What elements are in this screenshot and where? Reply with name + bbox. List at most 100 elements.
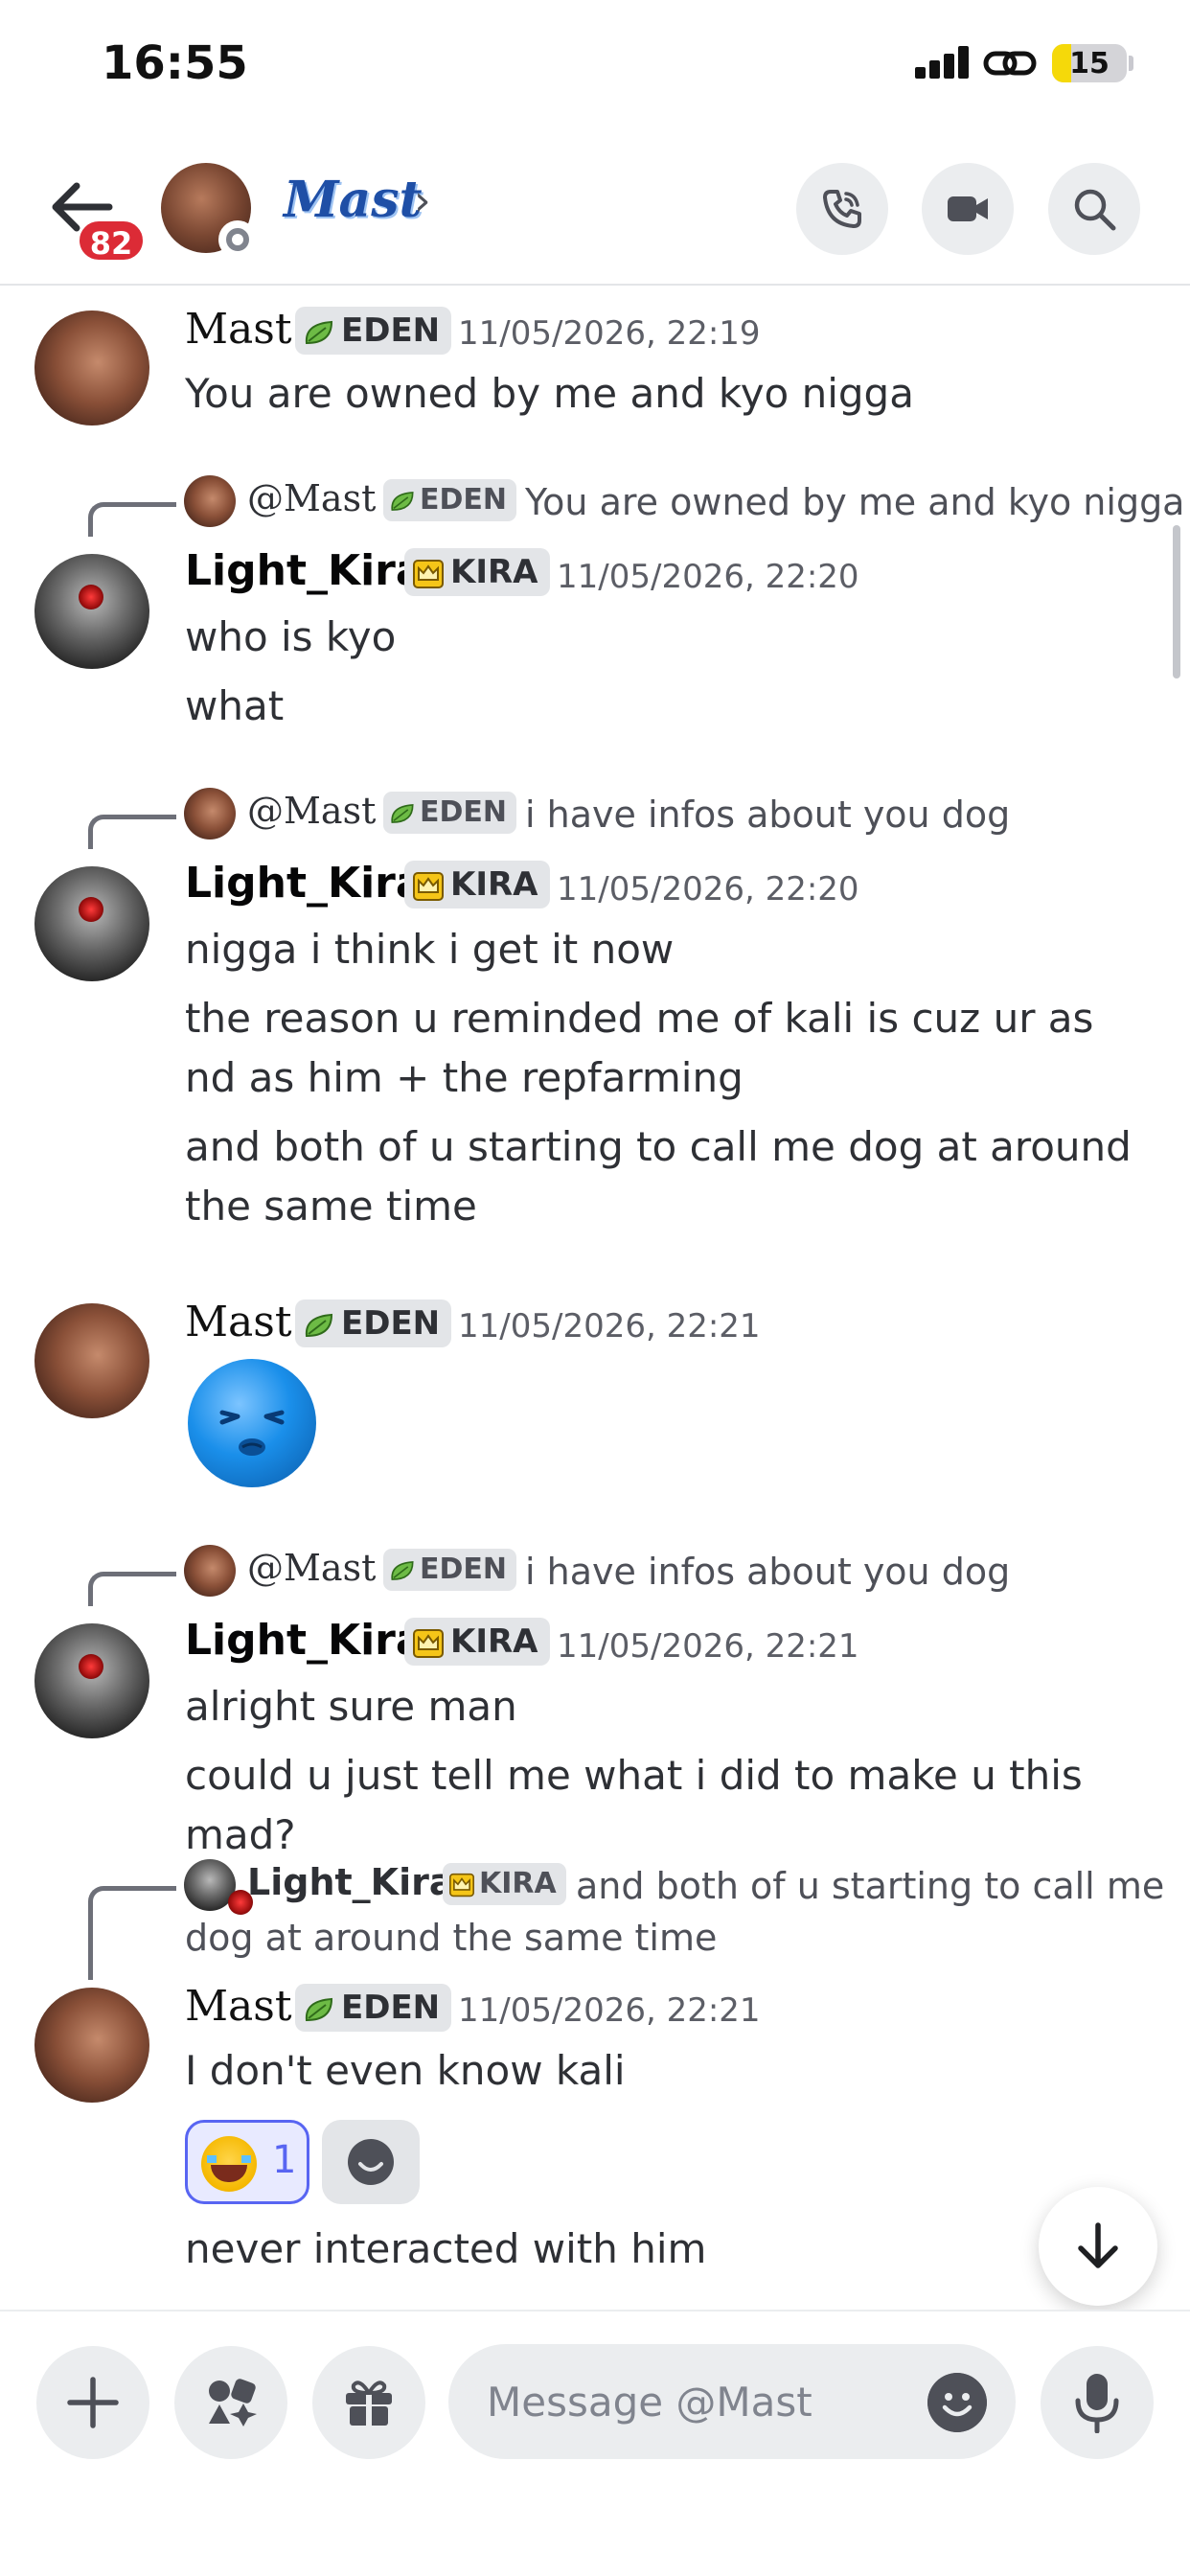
message-timestamp: 11/05/2026, 22:21	[458, 1307, 761, 1346]
message-text: alright sure man	[185, 1683, 517, 1730]
reply-guild-tag: EDEN	[383, 479, 516, 521]
leaf-icon	[305, 1313, 333, 1337]
microphone-icon	[1075, 2374, 1119, 2433]
reply-avatar	[184, 475, 236, 527]
emoji-picker-icon[interactable]	[927, 2373, 987, 2432]
guild-tag[interactable]: EDEN	[295, 1300, 452, 1347]
author-avatar[interactable]	[34, 866, 149, 981]
voice-message-button[interactable]	[1041, 2346, 1154, 2459]
apps-icon	[209, 2379, 257, 2426]
status-time: 16:55	[102, 36, 248, 90]
plus-icon	[67, 2377, 119, 2428]
guild-tag-label: EDEN	[341, 1989, 441, 2027]
message-timestamp: 11/05/2026, 22:19	[458, 314, 761, 353]
reply-preview[interactable]: and both of u starting to call me	[576, 1865, 1164, 1907]
author-name[interactable]: Light_Kira	[185, 1616, 424, 1665]
video-call-button[interactable]	[922, 163, 1014, 255]
author-name[interactable]: Light_Kira	[185, 859, 424, 908]
author-avatar[interactable]	[34, 310, 149, 426]
crown-icon	[413, 1628, 444, 1658]
reaction-joy[interactable]: 1	[185, 2120, 309, 2204]
guild-tag[interactable]: KIRA	[404, 1618, 550, 1666]
reply-avatar	[184, 1859, 253, 1915]
author-avatar[interactable]	[34, 1303, 149, 1418]
attach-button[interactable]	[36, 2346, 149, 2459]
reply-guild-tag-label: EDEN	[420, 795, 507, 829]
reply-author[interactable]: Light_Kira	[247, 1861, 454, 1903]
author-avatar[interactable]	[34, 554, 149, 669]
guild-tag[interactable]: EDEN	[295, 307, 452, 355]
search-button[interactable]	[1048, 163, 1140, 255]
message-timestamp: 11/05/2026, 22:21	[557, 1627, 859, 1666]
message-timestamp: 11/05/2026, 22:20	[557, 870, 859, 908]
search-icon	[1074, 189, 1116, 231]
reply-connector	[88, 1572, 176, 1606]
unread-badge: 82	[77, 218, 146, 263]
leaf-icon	[391, 1560, 414, 1580]
message-list[interactable]: Mast EDEN 11/05/2026, 22:19 You are owne…	[0, 288, 1190, 2310]
reply-avatar	[184, 788, 236, 840]
scrollbar-thumb[interactable]	[1173, 525, 1180, 678]
author-name[interactable]: Mast	[185, 305, 292, 354]
add-reaction-button[interactable]	[322, 2120, 420, 2204]
chevron-right-icon[interactable]: ›	[414, 176, 431, 225]
reply-guild-tag-label: EDEN	[420, 1552, 507, 1586]
guild-tag-label: KIRA	[450, 553, 538, 591]
message-text: I don't even know kali	[185, 2047, 626, 2094]
battery-level: 15	[1069, 47, 1110, 80]
reply-guild-tag: EDEN	[383, 1549, 516, 1591]
reply-connector	[88, 815, 176, 849]
message-input-box[interactable]	[448, 2344, 1016, 2459]
dm-name[interactable]: Mast	[284, 171, 423, 229]
message-text: You are owned by me and kyo nigga	[185, 370, 914, 417]
guild-tag[interactable]: KIRA	[404, 548, 550, 596]
reply-author[interactable]: @Mast	[247, 790, 376, 832]
apps-button[interactable]	[174, 2346, 287, 2459]
presence-offline-icon	[218, 220, 257, 259]
joy-emoji-icon	[201, 2136, 257, 2192]
jump-to-bottom-button[interactable]	[1039, 2187, 1157, 2306]
reply-author[interactable]: @Mast	[247, 477, 376, 519]
crown-icon	[413, 871, 444, 901]
reply-avatar	[184, 1545, 236, 1597]
message-text: and both of u starting to call me dog at…	[185, 1123, 1132, 1230]
guild-tag[interactable]: EDEN	[295, 1984, 452, 2032]
message-text: never interacted with him	[185, 2225, 707, 2272]
reply-preview-continued[interactable]: dog at around the same time	[185, 1917, 717, 1959]
message-composer	[0, 2310, 1190, 2576]
video-camera-icon	[948, 196, 988, 221]
message-text: what	[185, 682, 285, 729]
author-name[interactable]: Mast	[185, 1982, 292, 2031]
gift-icon	[346, 2380, 392, 2426]
voice-call-button[interactable]	[796, 163, 888, 255]
author-avatar[interactable]	[34, 1988, 149, 2103]
phone-icon	[823, 190, 861, 228]
reply-connector	[88, 502, 176, 537]
gift-button[interactable]	[312, 2346, 425, 2459]
blue-kiss-emoji[interactable]	[188, 1359, 316, 1487]
reply-guild-tag: KIRA	[443, 1863, 566, 1905]
reply-connector	[88, 1886, 176, 1980]
message-timestamp: 11/05/2026, 22:21	[458, 1991, 761, 2030]
author-name[interactable]: Mast	[185, 1298, 292, 1346]
message-text: the reason u reminded me of kali is cuz …	[185, 995, 1094, 1101]
reply-preview[interactable]: i have infos about you dog	[525, 794, 1010, 836]
reply-preview[interactable]: i have infos about you dog	[525, 1551, 1010, 1593]
message-timestamp: 11/05/2026, 22:20	[557, 558, 859, 596]
message-text: could u just tell me what i did to make …	[185, 1752, 1083, 1858]
leaf-icon	[305, 1997, 333, 2021]
crown-icon	[413, 559, 444, 588]
crown-icon	[449, 1873, 474, 1897]
reaction-count: 1	[272, 2138, 297, 2182]
author-avatar[interactable]	[34, 1623, 149, 1738]
reply-guild-tag: EDEN	[383, 792, 516, 834]
author-name[interactable]: Light_Kira	[185, 546, 424, 595]
message-input[interactable]	[487, 2373, 908, 2430]
smiley-icon	[348, 2139, 394, 2185]
signal-icon	[915, 46, 971, 79]
guild-tag-label: EDEN	[341, 311, 441, 350]
reply-preview[interactable]: You are owned by me and kyo nigga	[525, 481, 1184, 523]
reply-author[interactable]: @Mast	[247, 1547, 376, 1589]
guild-tag[interactable]: KIRA	[404, 861, 550, 908]
status-bar: 16:55 15	[0, 0, 1190, 134]
